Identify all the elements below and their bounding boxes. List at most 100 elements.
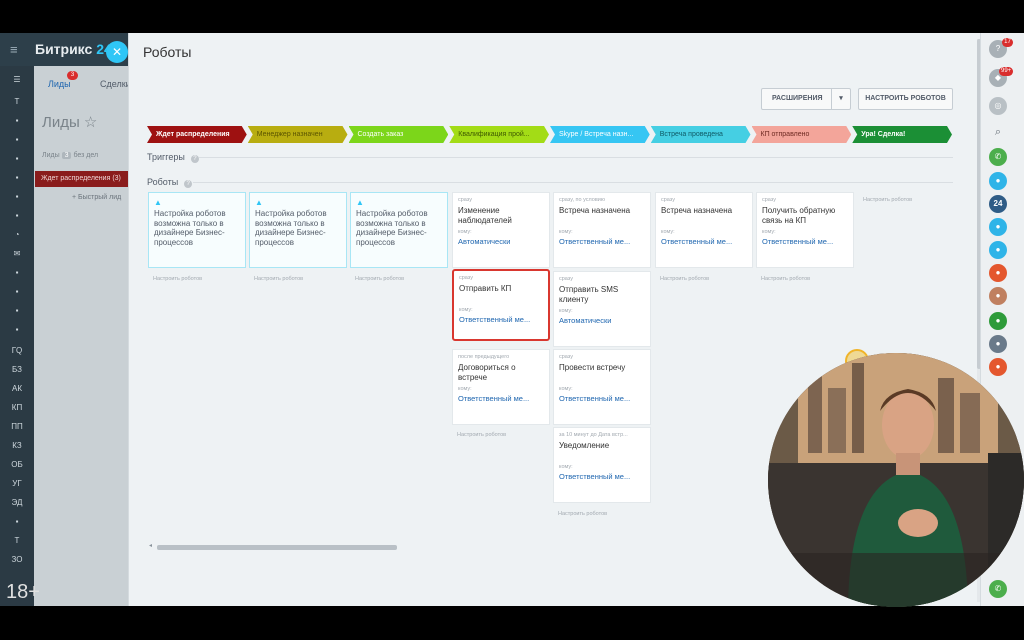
divider xyxy=(193,182,953,183)
setup-robots-link[interactable]: Настроить роботов xyxy=(254,276,303,282)
contact-avatar-icon[interactable]: ● xyxy=(989,241,1007,259)
presenter-video-overlay xyxy=(768,353,1024,607)
tab-leads-badge: 3 xyxy=(67,71,78,80)
tab-deals[interactable]: Сделки xyxy=(100,79,131,89)
warning-icon: ▲ xyxy=(154,198,162,207)
stage-bar: Ждет распределения Менеджер назначен Созда… xyxy=(147,126,953,144)
triggers-section-title: Триггеры? xyxy=(147,152,199,163)
nav-item-pp[interactable]: ПП xyxy=(0,422,34,431)
robot-card[interactable]: сразу Провести встречу кому: Ответственный … xyxy=(553,349,651,425)
quick-lead-button[interactable]: + Быстрый лид xyxy=(72,194,121,201)
nav-item-ug[interactable]: УГ xyxy=(0,479,34,488)
stage-3[interactable]: Создать заказ xyxy=(349,126,449,143)
phone-icon[interactable]: ✆ xyxy=(989,148,1007,166)
setup-robots-link[interactable]: Настроить роботов xyxy=(761,276,810,282)
help-icon[interactable]: ? xyxy=(184,180,193,188)
stage-8[interactable]: Ура! Сделка! xyxy=(852,126,952,143)
slider-title: Роботы xyxy=(143,44,192,60)
help-badge: 17 xyxy=(1002,38,1013,47)
divider xyxy=(199,157,953,158)
robot-card-selected[interactable]: сразу Отправить КП кому: Ответственный ме..… xyxy=(452,269,550,341)
document-icon[interactable]: ▪ xyxy=(0,517,34,526)
nav-item-gq[interactable]: ГQ xyxy=(0,346,34,355)
cart-icon[interactable]: ▪ xyxy=(0,325,34,334)
nav-icon[interactable]: ▪ xyxy=(0,306,34,315)
nav-item-zo[interactable]: ЗО xyxy=(0,555,34,564)
stage-5[interactable]: Skype / Встреча назн... xyxy=(550,126,650,143)
chat-icon[interactable]: ◎ xyxy=(989,97,1007,115)
nav-icon[interactable]: ▪ xyxy=(0,116,34,125)
user-avatar[interactable]: ● xyxy=(989,287,1007,305)
nav-item-ed[interactable]: ЭД xyxy=(0,498,34,507)
scroll-left-icon[interactable]: ◂ xyxy=(149,542,152,549)
robot-card[interactable]: после предыдущего Договориться о встрече к… xyxy=(452,349,550,425)
menu-icon[interactable]: ≡ xyxy=(10,42,18,57)
robots-warning: ▲ Настройка роботов возможна только в диз… xyxy=(350,192,448,268)
warning-icon: ▲ xyxy=(255,198,263,207)
setup-robots-link[interactable]: Настроить роботов xyxy=(660,276,709,282)
nav-icon[interactable]: ▪ xyxy=(0,192,34,201)
stage-6[interactable]: Встреча проведена xyxy=(651,126,751,143)
nav-item-t[interactable]: Т xyxy=(0,97,34,106)
group-icon[interactable]: ▪ xyxy=(0,173,34,182)
stage-7[interactable]: КП отправлено xyxy=(752,126,852,143)
robots-section-title: Роботы? xyxy=(147,177,193,188)
setup-robots-link[interactable]: Настроить роботов xyxy=(355,276,404,282)
contact-avatar-icon[interactable]: ● xyxy=(989,218,1007,236)
nav-item-ak[interactable]: АК xyxy=(0,384,34,393)
left-navigation: ☰ Т ▪ ▪ ▪ ▪ ▪ ▪ ◔ ✉ ▪ ▪ ▪ ▪ ГQ БЗ АК КП … xyxy=(0,33,34,606)
user-avatar[interactable]: ● xyxy=(989,335,1007,353)
setup-robots-link[interactable]: Настроить роботов xyxy=(558,511,607,517)
notifications-badge: 99+ xyxy=(999,67,1014,76)
tab-leads[interactable]: Лиды xyxy=(48,79,71,89)
chevron-down-icon[interactable]: ▾ xyxy=(831,89,850,109)
nav-item-bz[interactable]: БЗ xyxy=(0,365,34,374)
contact-avatar-icon[interactable]: ● xyxy=(989,172,1007,190)
leads-stat: Лиды 3 без дел xyxy=(42,152,99,159)
logo[interactable]: Битрикс 24 xyxy=(35,41,112,57)
user-avatar[interactable]: ● xyxy=(989,264,1007,282)
nav-item-t2[interactable]: Т xyxy=(0,536,34,545)
filter-icon[interactable]: ☰ xyxy=(0,75,34,84)
robot-card[interactable]: сразу Отправить SMS клиенту кому: Автоматич… xyxy=(553,271,651,347)
user-avatar[interactable]: ● xyxy=(989,312,1007,330)
calendar-icon[interactable]: 24 xyxy=(989,195,1007,213)
scrollbar-thumb[interactable] xyxy=(157,545,397,550)
robot-card[interactable]: сразу, по условию Встреча назначена кому: О… xyxy=(553,192,651,268)
nav-item-kp[interactable]: КП xyxy=(0,403,34,412)
stage-4[interactable]: Квалификация прой... xyxy=(449,126,549,143)
kanban-stage-header: Ждет распределения (3) xyxy=(35,171,128,187)
nav-item-ob[interactable]: ОБ xyxy=(0,460,34,469)
robots-warning: ▲ Настройка роботов возможна только в диз… xyxy=(249,192,347,268)
crm-tabs: Лиды 3 Сделки xyxy=(34,71,131,93)
close-slider-button[interactable]: ✕ xyxy=(106,41,128,63)
setup-robots-button[interactable]: НАСТРОИТЬ РОБОТОВ xyxy=(858,88,953,110)
robot-card[interactable]: за 10 минут до Дата встр... Уведомление ко… xyxy=(553,427,651,503)
robot-card[interactable]: сразу Изменение наблюдателей кому: Автомати… xyxy=(452,192,550,268)
stage-1[interactable]: Ждет распределения xyxy=(147,126,247,143)
clock-icon[interactable]: ◔ xyxy=(0,230,34,239)
age-rating-badge: 18+ xyxy=(6,581,40,603)
help-icon[interactable]: ? xyxy=(190,155,199,163)
presenter-image xyxy=(768,353,1024,607)
mail-icon[interactable]: ✉ xyxy=(0,249,34,258)
page-title: Лиды ☆ xyxy=(42,114,98,131)
nav-icon[interactable]: ▪ xyxy=(0,135,34,144)
warning-icon: ▲ xyxy=(356,198,364,207)
setup-robots-link[interactable]: Настроить роботов xyxy=(457,432,506,438)
nav-icon[interactable]: ▪ xyxy=(0,287,34,296)
search-icon[interactable]: ⌕ xyxy=(989,123,1007,141)
setup-robots-link[interactable]: Настроить роботов xyxy=(153,276,202,282)
stage-2[interactable]: Менеджер назначен xyxy=(248,126,348,143)
setup-robots-link[interactable]: Настроить роботов xyxy=(863,197,912,203)
nav-icon[interactable]: ▪ xyxy=(0,211,34,220)
extensions-button[interactable]: РАСШИРЕНИЯ ▾ xyxy=(761,88,851,110)
chat-icon[interactable]: ▪ xyxy=(0,154,34,163)
user-avatar[interactable]: ● xyxy=(989,358,1007,376)
phone-call-icon[interactable]: ✆ xyxy=(989,580,1007,598)
robot-card[interactable]: сразу Получить обратную связь на КП кому: О… xyxy=(756,192,854,268)
nav-icon[interactable]: ▪ xyxy=(0,268,34,277)
robots-warning: ▲ Настройка роботов возможна только в диз… xyxy=(148,192,246,268)
robot-card[interactable]: сразу Встреча назначена кому: Ответственный… xyxy=(655,192,753,268)
nav-item-kz[interactable]: КЗ xyxy=(0,441,34,450)
